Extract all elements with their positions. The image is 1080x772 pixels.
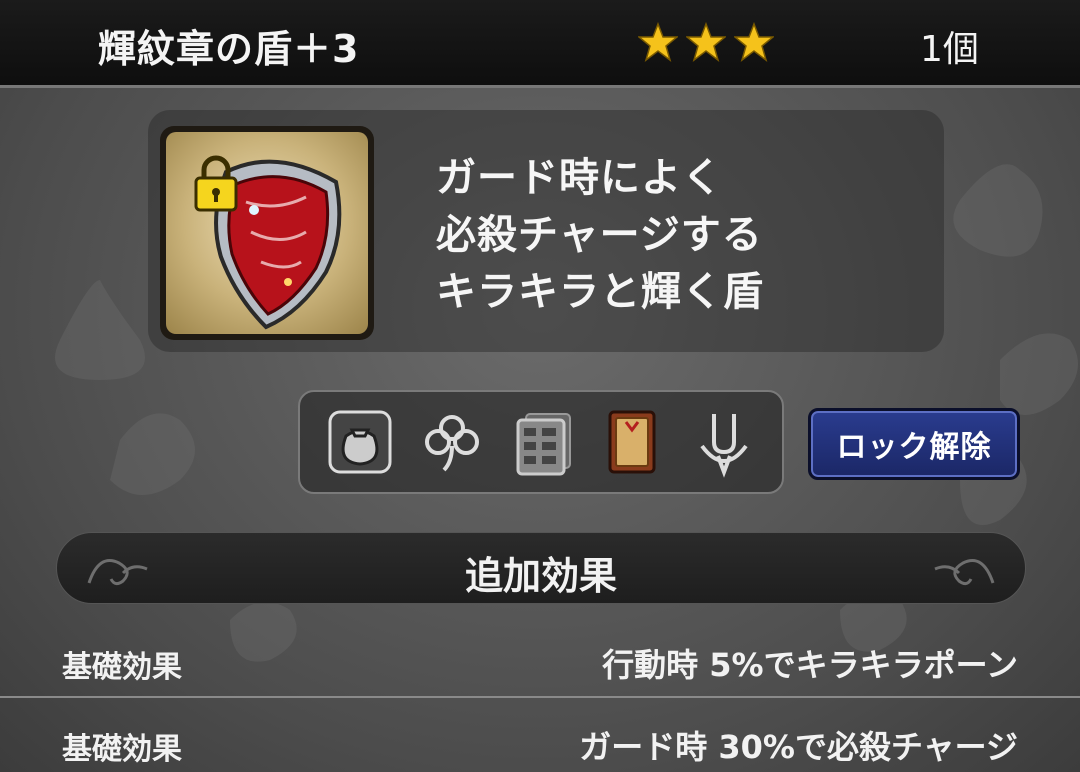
action-icon-bar	[298, 390, 784, 494]
lock-icon	[194, 155, 238, 212]
item-icon-background	[166, 132, 368, 334]
effect-value: 行動時 5%でキラキラポーン	[602, 646, 1018, 684]
item-description: ガード時によく 必殺チャージする キラキラと輝く盾	[436, 150, 764, 321]
item-header: 輝紋章の盾＋3 1個	[0, 0, 1080, 88]
star-icon	[686, 22, 726, 62]
star-icon	[734, 22, 774, 62]
item-count: 1個	[920, 29, 979, 70]
description-line: 必殺チャージする	[436, 212, 763, 258]
section-header: 追加効果	[56, 532, 1026, 604]
book-icon[interactable]	[596, 406, 668, 478]
description-line: キラキラと輝く盾	[436, 269, 764, 315]
effect-label: 基礎効果	[62, 650, 182, 685]
effect-value: ガード時 30%で必殺チャージ	[579, 728, 1018, 766]
description-line: ガード時によく	[436, 155, 723, 201]
star-icon	[638, 22, 678, 62]
sell-bag-icon[interactable]	[324, 406, 396, 478]
effect-label: 基礎効果	[62, 732, 182, 767]
flourish-right-icon	[934, 559, 995, 586]
rarity-stars	[638, 22, 774, 62]
storage-drawer-icon[interactable]	[506, 406, 578, 478]
clover-icon[interactable]	[416, 406, 488, 478]
unlock-button[interactable]: ロック解除	[808, 408, 1020, 480]
item-icon-frame	[160, 126, 374, 340]
effect-row: 基礎効果 ガード時 30%で必殺チャージ	[0, 704, 1080, 772]
item-name: 輝紋章の盾＋3	[98, 27, 360, 71]
effect-row: 基礎効果 行動時 5%でキラキラポーン	[0, 622, 1080, 698]
section-title: 追加効果	[464, 554, 617, 598]
fork-tool-icon[interactable]	[688, 406, 760, 478]
row-divider	[0, 696, 1080, 698]
